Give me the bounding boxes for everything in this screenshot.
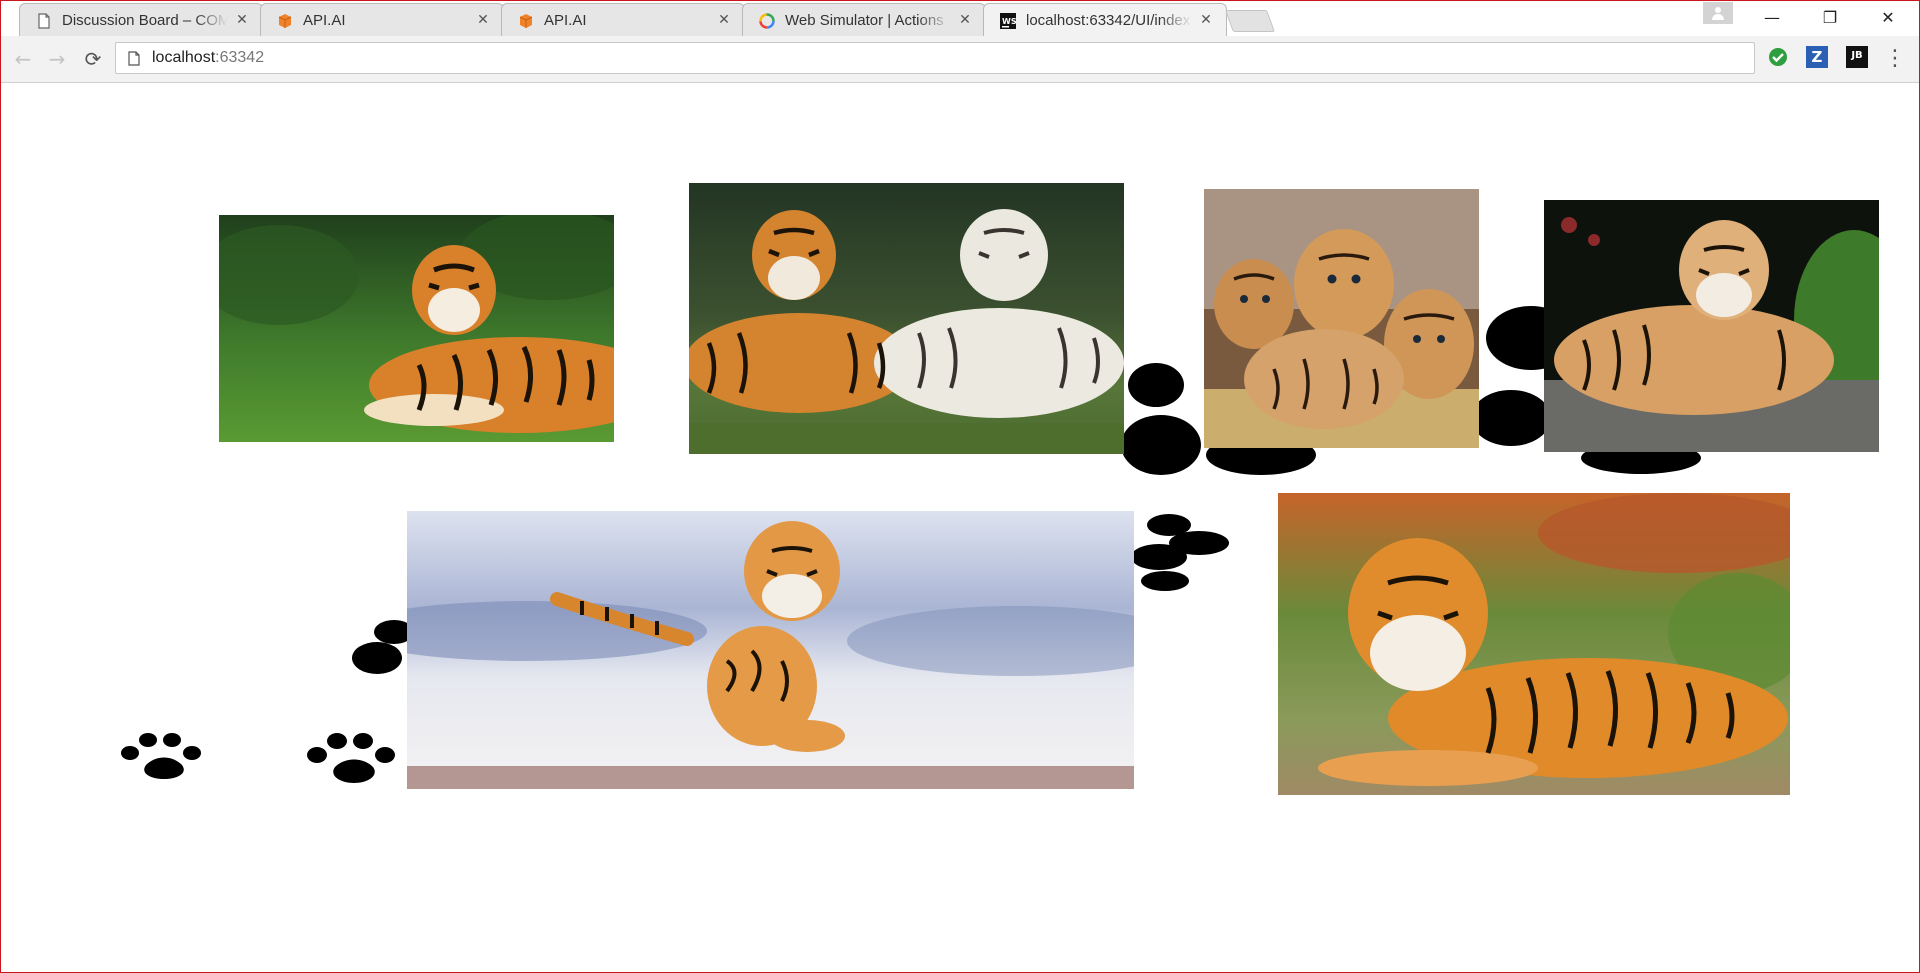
back-arrow-icon: ← (14, 47, 32, 71)
tab-localhost[interactable]: WS localhost:63342/UI/index ✕ (983, 3, 1227, 37)
tiger-on-rock (1544, 200, 1879, 452)
jetbrains-extension-icon[interactable]: JB (1846, 46, 1868, 68)
tiger-lying-in-garden (1278, 493, 1790, 795)
restore-button[interactable]: ❐ (1801, 1, 1859, 35)
document-icon (38, 13, 50, 29)
reload-button[interactable]: ⟳ (79, 45, 107, 73)
z-extension-icon[interactable]: Z (1806, 46, 1828, 68)
address-text[interactable]: localhost:63342 (152, 49, 264, 67)
jetbrains-extension-label: JB (1851, 50, 1863, 61)
tab-title: API.AI (544, 12, 587, 29)
url-port: :63342 (215, 49, 265, 66)
api-ai-icon (278, 14, 292, 28)
close-icon: ✕ (1881, 8, 1895, 27)
orange-and-white-tigers (689, 183, 1124, 454)
reload-icon: ⟳ (84, 47, 102, 71)
close-window-button[interactable]: ✕ (1859, 1, 1917, 35)
page-content (1, 83, 1919, 971)
new-tab-button[interactable] (1224, 10, 1276, 32)
forward-button[interactable]: → (43, 45, 71, 73)
tab-api-ai-2[interactable]: API.AI ✕ (501, 3, 745, 37)
api-ai-icon (519, 14, 533, 28)
tiger-lying-in-grass (219, 215, 614, 442)
minimize-icon: — (1764, 8, 1780, 27)
tab-web-simulator[interactable]: Web Simulator | Actions ✕ (742, 3, 986, 37)
tab-close-icon[interactable]: ✕ (475, 12, 491, 28)
browser-toolbar: ← → ⟳ localhost:63342 Z JB ⋮ (1, 36, 1919, 83)
restore-icon: ❐ (1822, 8, 1838, 27)
tiger-running-in-snow (407, 511, 1134, 789)
z-extension-label: Z (1811, 48, 1823, 66)
tab-close-icon[interactable]: ✕ (957, 12, 973, 28)
tiger-cubs-in-box (1204, 189, 1479, 448)
address-bar[interactable]: localhost:63342 (115, 42, 1755, 74)
google-actions-icon (759, 13, 775, 29)
webstorm-icon: WS (1000, 13, 1016, 29)
minimize-button[interactable]: — (1743, 1, 1801, 35)
paw-print-icon (1131, 514, 1229, 591)
tab-title: API.AI (303, 12, 346, 29)
chrome-menu-button[interactable]: ⋮ (1881, 45, 1909, 73)
tab-title: localhost:63342/UI/index (1026, 12, 1191, 29)
person-icon (1712, 7, 1724, 20)
profile-button[interactable] (1703, 2, 1733, 24)
tab-strip: Discussion Board – COMP ✕ API.AI ✕ API.A… (1, 1, 1919, 37)
svg-text:WS: WS (1002, 17, 1016, 26)
kebab-menu-icon: ⋮ (1884, 46, 1906, 71)
checkmark-extension-icon[interactable] (1767, 46, 1789, 68)
paw-print-icon (121, 733, 201, 779)
tab-title: Discussion Board – COMP (62, 12, 228, 29)
tab-title: Web Simulator | Actions (785, 12, 944, 29)
tab-close-icon[interactable]: ✕ (234, 12, 250, 28)
tab-close-icon[interactable]: ✕ (1198, 12, 1214, 28)
paw-print-icon (307, 733, 395, 783)
url-host: localhost (152, 49, 216, 66)
tab-close-icon[interactable]: ✕ (716, 12, 732, 28)
back-button[interactable]: ← (9, 45, 37, 73)
page-info-icon (128, 51, 140, 66)
tab-discussion-board[interactable]: Discussion Board – COMP ✕ (19, 3, 263, 37)
forward-arrow-icon: → (48, 47, 66, 71)
tab-api-ai-1[interactable]: API.AI ✕ (260, 3, 504, 37)
